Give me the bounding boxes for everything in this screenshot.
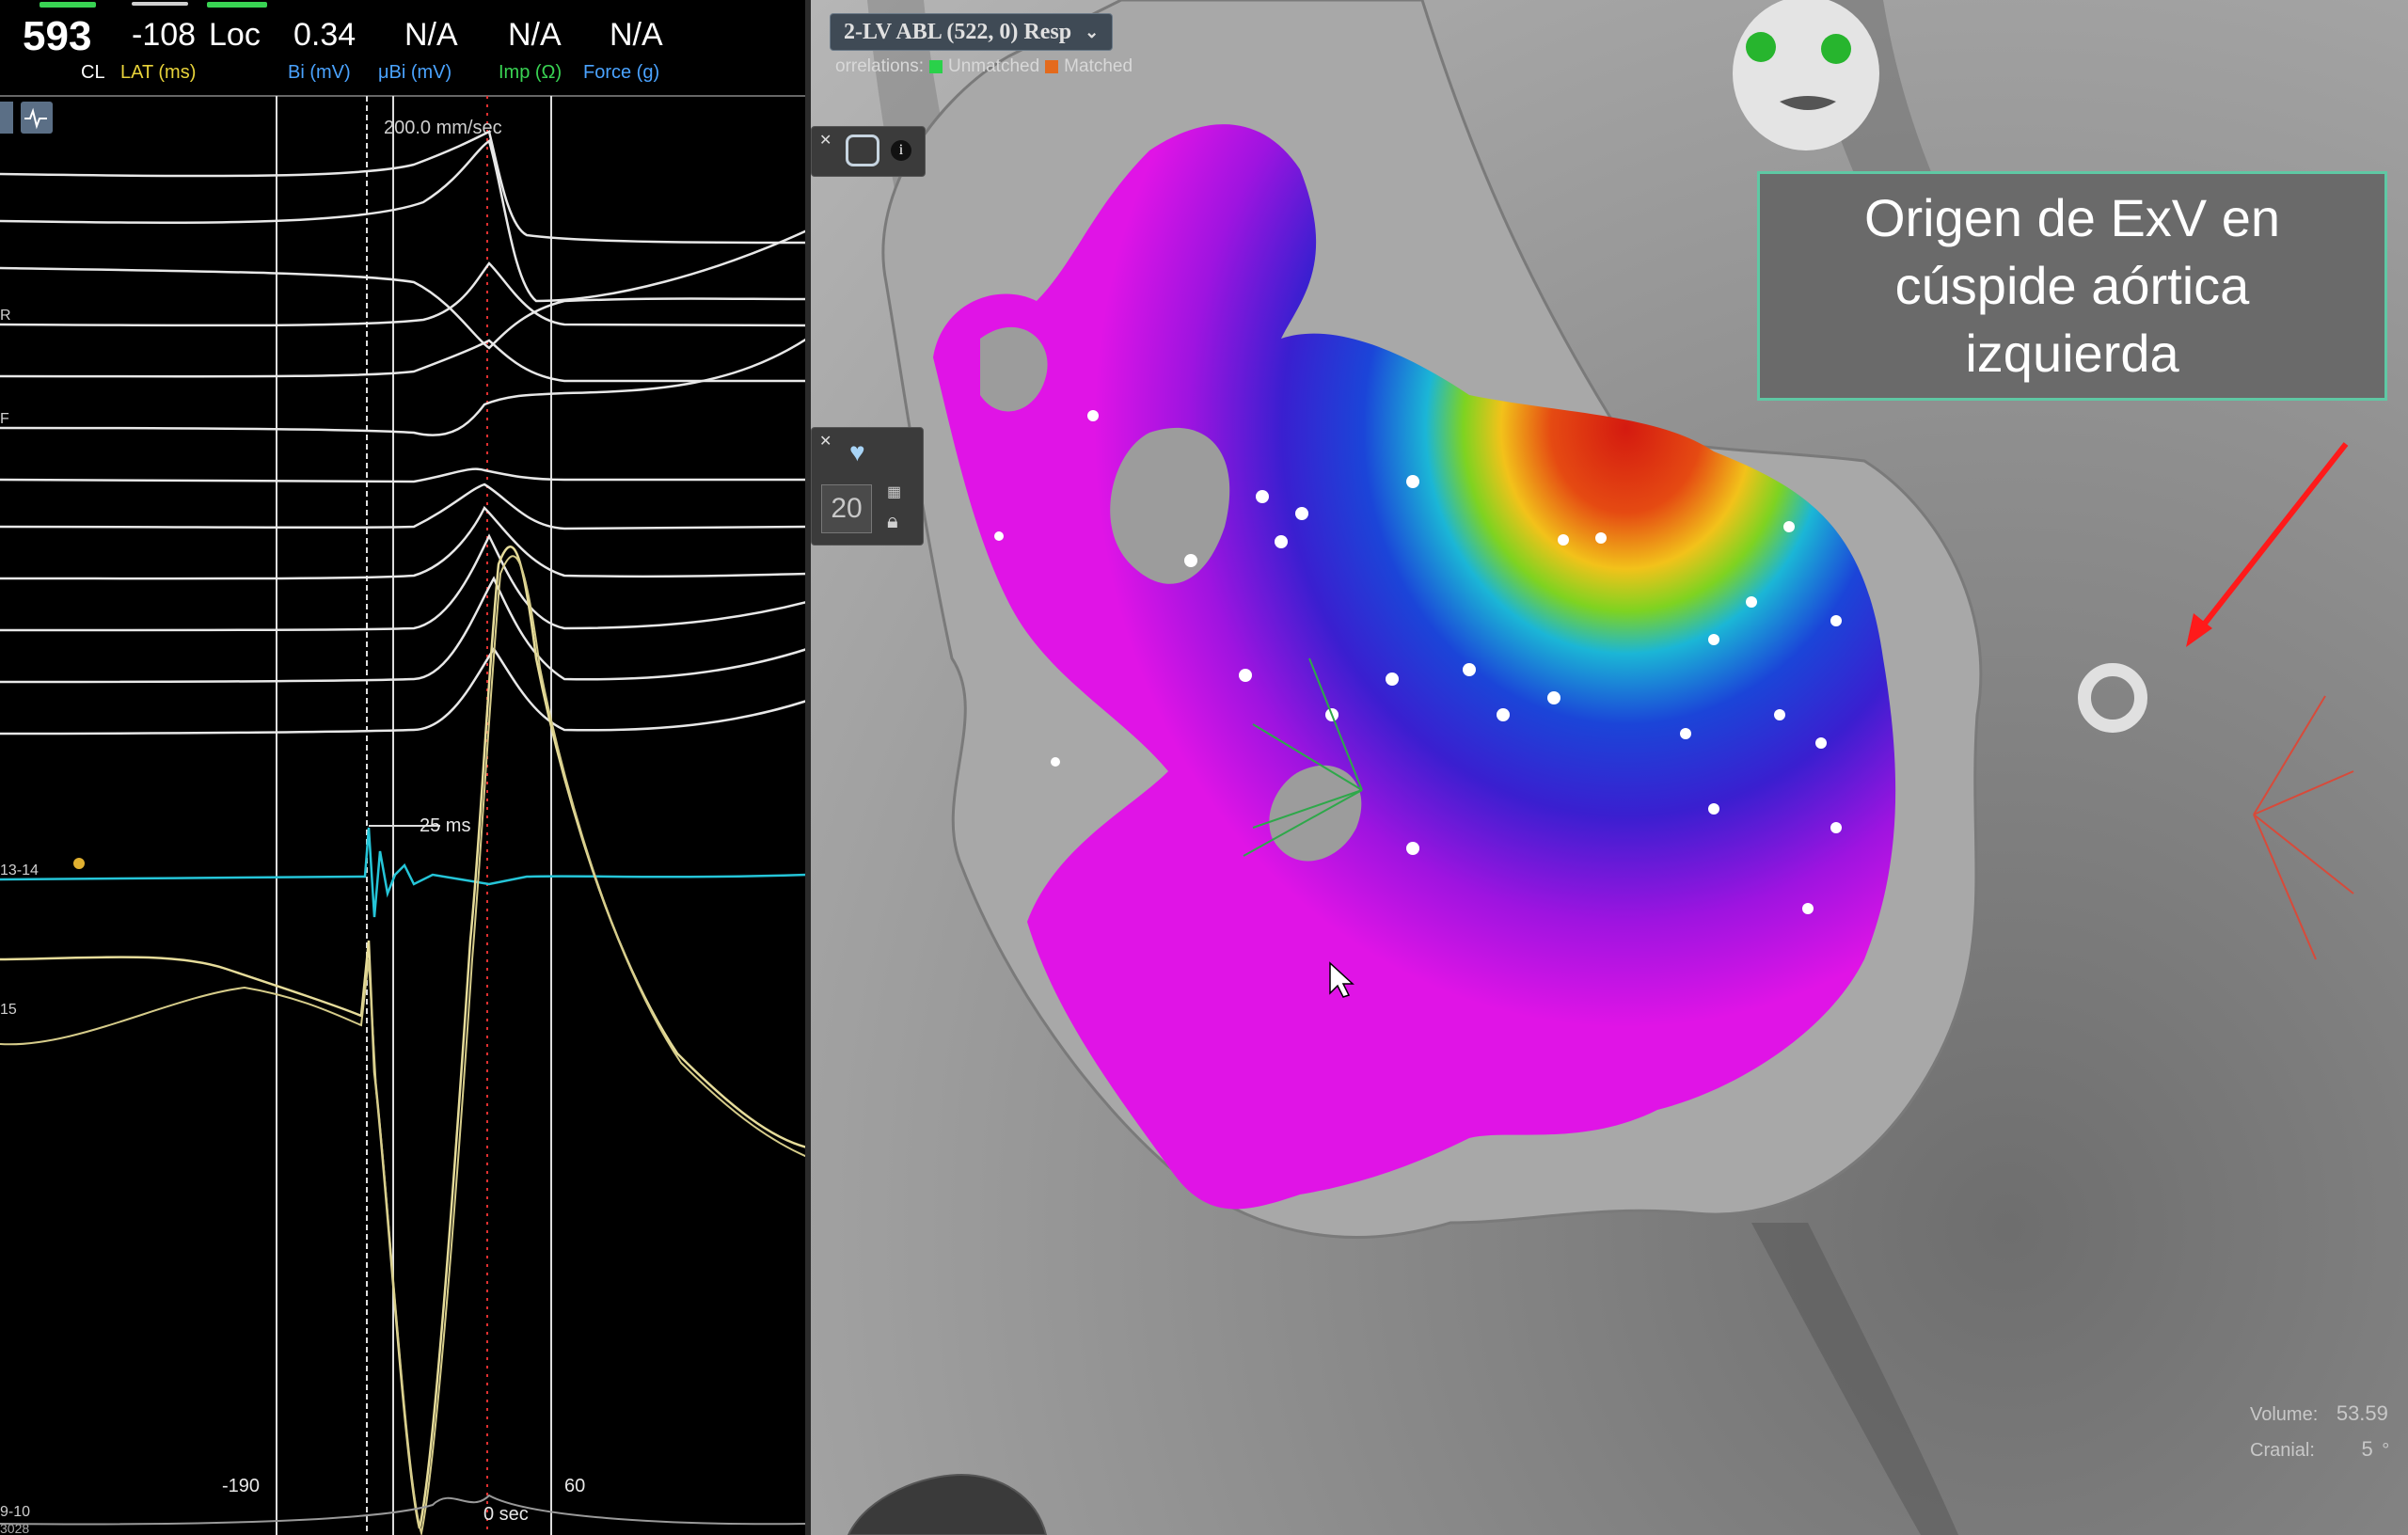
channel-label-r: R bbox=[0, 308, 11, 324]
cranial-readout: Cranial: 5 ° bbox=[2250, 1437, 2389, 1462]
map-point[interactable] bbox=[1783, 521, 1795, 532]
channel-marker-icon[interactable] bbox=[73, 858, 85, 869]
red-arrow bbox=[2191, 442, 2349, 640]
map-point[interactable] bbox=[1239, 669, 1252, 682]
volume-readout: Volume: 53.59 bbox=[2250, 1401, 2388, 1426]
ecg-trace-3 bbox=[0, 266, 807, 350]
ablation-channel-trace bbox=[0, 827, 807, 918]
orientation-axes-red bbox=[2253, 695, 2354, 960]
ecg-trace-7 bbox=[0, 467, 807, 483]
point-counter[interactable]: 20 bbox=[821, 484, 872, 533]
catheter-tip[interactable] bbox=[2078, 663, 2147, 733]
cranial-label: Cranial: bbox=[2250, 1440, 2315, 1461]
map-point[interactable] bbox=[1815, 737, 1827, 749]
matched-label: Matched bbox=[1064, 56, 1133, 76]
toolbar-icon-left[interactable] bbox=[0, 102, 13, 134]
interval-label: 25 ms bbox=[420, 815, 470, 836]
ecg-trace-12 bbox=[0, 646, 807, 736]
ecg-trace-1 bbox=[0, 130, 807, 245]
map-point[interactable] bbox=[1774, 709, 1785, 720]
map-point[interactable] bbox=[1406, 842, 1419, 855]
face-eye-left bbox=[1746, 32, 1776, 62]
map-point[interactable] bbox=[1830, 615, 1842, 626]
map-point[interactable] bbox=[1830, 822, 1842, 833]
ecg-trace-2 bbox=[0, 139, 807, 303]
fluoro-shadow-3 bbox=[1751, 1223, 1958, 1535]
heart-filter-icon[interactable]: ♥ bbox=[849, 437, 865, 467]
catheter-tool-panel[interactable]: ✕ i bbox=[811, 126, 926, 177]
tick-zero: 0 sec bbox=[483, 1504, 529, 1525]
map-point[interactable] bbox=[1708, 634, 1719, 645]
cranial-unit: ° bbox=[2382, 1440, 2390, 1461]
channel-label-9-10: 9-10 bbox=[0, 1504, 30, 1520]
map-selector-dropdown[interactable]: 2-LV ABL (522, 0) Resp ⌄ bbox=[830, 13, 1114, 51]
correlations-label: orrelations: bbox=[835, 56, 924, 76]
map-point[interactable] bbox=[1256, 490, 1269, 503]
map-point[interactable] bbox=[1547, 691, 1560, 704]
signal-panel: 593 CL -108 LAT (ms) Loc 0.34 Bi (mV) N/… bbox=[0, 0, 807, 1535]
map-selector-label: 2-LV ABL (522, 0) Resp bbox=[844, 20, 1072, 44]
chevron-down-icon: ⌄ bbox=[1085, 23, 1100, 41]
ecg-trace-9 bbox=[0, 505, 807, 580]
ecg-trace-10 bbox=[0, 533, 807, 632]
map-point[interactable] bbox=[1708, 803, 1719, 815]
face-eye-right bbox=[1821, 34, 1851, 64]
lock-icon[interactable]: 🔒︎ bbox=[887, 509, 898, 533]
matched-swatch bbox=[1045, 60, 1059, 73]
ecg-trace-4 bbox=[0, 261, 807, 327]
map-point[interactable] bbox=[1406, 475, 1419, 488]
channel-label-13-14: 13-14 bbox=[0, 862, 39, 878]
map-point[interactable] bbox=[1295, 507, 1308, 520]
map-point[interactable] bbox=[1463, 663, 1476, 676]
channel-label-bottom: 3028 bbox=[0, 1521, 29, 1535]
map-point[interactable] bbox=[994, 531, 1004, 541]
ecg-trace-8 bbox=[0, 483, 807, 530]
correlations-legend: orrelations: Unmatched Matched bbox=[835, 56, 1133, 77]
annotation-box: Origen de ExV en cúspide aórtica izquier… bbox=[1757, 171, 2387, 401]
map-viewport[interactable]: 2-LV ABL (522, 0) Resp ⌄ orrelations: Un… bbox=[811, 0, 2408, 1535]
map-point[interactable] bbox=[1184, 554, 1197, 567]
unmatched-swatch bbox=[929, 60, 943, 73]
close-icon[interactable]: ✕ bbox=[819, 432, 832, 451]
channel-label-f: F bbox=[0, 411, 9, 427]
map-point[interactable] bbox=[1558, 534, 1569, 546]
patient-orientation-face-icon[interactable] bbox=[1733, 0, 1879, 150]
electrogram-traces: 200.0 mm/sec R F 25 ms 13-14 15 -190 0 s… bbox=[0, 95, 807, 1535]
annotation-line-1: Origen de ExV en bbox=[1863, 188, 2281, 247]
ecg-trace-5 bbox=[0, 339, 807, 383]
volume-value: 53.59 bbox=[2336, 1401, 2388, 1425]
annotation-line-2: cúspide aórtica bbox=[1894, 256, 2250, 315]
channel-label-15: 15 bbox=[0, 1002, 17, 1018]
unmatched-label: Unmatched bbox=[948, 56, 1040, 76]
catheter-icon[interactable] bbox=[846, 135, 879, 166]
map-point[interactable] bbox=[1051, 757, 1060, 767]
map-point[interactable] bbox=[1680, 728, 1691, 739]
unipolar-trace-2 bbox=[0, 555, 807, 1534]
map-point[interactable] bbox=[1497, 708, 1510, 721]
cranial-value: 5 bbox=[2361, 1437, 2373, 1461]
map-point[interactable] bbox=[1386, 673, 1399, 686]
map-point[interactable] bbox=[1275, 535, 1288, 548]
unipolar-trace-1 bbox=[0, 546, 807, 1529]
tick-60: 60 bbox=[564, 1476, 585, 1496]
volume-label: Volume: bbox=[2250, 1404, 2319, 1425]
view-compass[interactable] bbox=[847, 1473, 1048, 1535]
tick-minus-190: -190 bbox=[222, 1476, 260, 1496]
bottom-trace bbox=[0, 1494, 807, 1526]
map-point[interactable] bbox=[1087, 410, 1099, 421]
map-point[interactable] bbox=[1746, 596, 1757, 608]
map-point[interactable] bbox=[1595, 532, 1607, 544]
annotation-text: Origen de ExV en cúspide aórtica izquier… bbox=[1864, 184, 2280, 388]
grid-icon[interactable]: ▦ bbox=[887, 483, 901, 501]
annotation-line-3: izquierda bbox=[1965, 324, 2179, 383]
map-point[interactable] bbox=[1802, 903, 1814, 914]
surface-ecg-group bbox=[0, 130, 807, 736]
map-tool-panel[interactable]: ✕ ♥ 20 ▦ 🔒︎ bbox=[811, 427, 924, 546]
info-icon[interactable]: i bbox=[891, 140, 911, 161]
ecg-trace-6 bbox=[0, 337, 807, 436]
close-icon[interactable]: ✕ bbox=[819, 131, 832, 150]
